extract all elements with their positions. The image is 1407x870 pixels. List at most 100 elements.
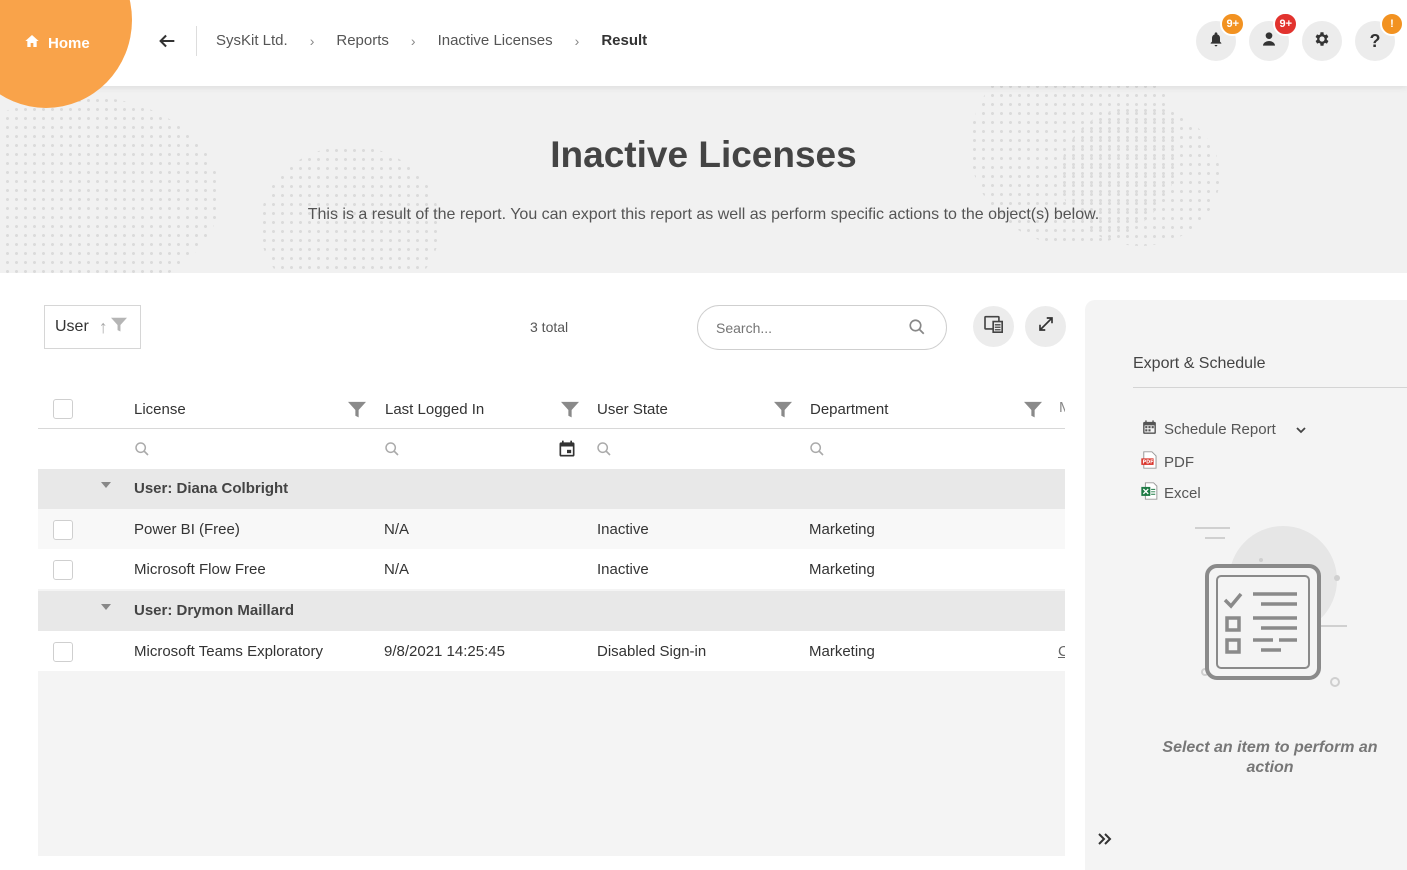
home-icon [24, 33, 40, 53]
group-label: User: Drymon Maillard [134, 602, 295, 619]
page-subtitle: This is a result of the report. You can … [307, 206, 1100, 223]
pdf-label: PDF [1164, 453, 1194, 471]
settings-button[interactable] [1302, 21, 1342, 61]
column-header-truncated: M [1059, 399, 1065, 416]
cell-user-state: Inactive [597, 561, 649, 578]
search-input[interactable] [716, 319, 896, 336]
filter-icon[interactable] [110, 317, 128, 338]
collapse-caret-icon[interactable] [101, 482, 111, 488]
cell-department: Marketing [809, 561, 875, 578]
breadcrumb-result: Result [601, 32, 648, 49]
results-grid: License Last Logged In User State Depart… [38, 388, 1065, 856]
expand-icon [1037, 315, 1055, 338]
page-title: Inactive Licenses [550, 134, 857, 175]
row-checkbox[interactable] [53, 642, 73, 662]
cell-user-state: Disabled Sign-in [597, 643, 707, 660]
pdf-file-icon: PDF [1141, 451, 1158, 473]
grid-filter-row [38, 429, 1065, 469]
gear-icon [1313, 30, 1331, 53]
decorative-dots [0, 96, 220, 273]
export-pdf-button[interactable]: PDF PDF [1141, 451, 1194, 473]
row-checkbox[interactable] [53, 520, 73, 540]
question-icon: ? [1369, 30, 1381, 51]
filter-icon[interactable] [1023, 401, 1043, 424]
cell-last-logged-in: N/A [384, 561, 410, 578]
help-button[interactable]: ? ! [1355, 12, 1404, 61]
table-row[interactable]: Microsoft Flow Free N/A Inactive Marketi… [38, 549, 1065, 589]
schedule-report-label: Schedule Report [1164, 421, 1276, 438]
empty-selection-message: Select an item to perform an action [1162, 739, 1378, 776]
top-actions: 9+ 9+ ? ! [1196, 12, 1404, 61]
breadcrumb-reports[interactable]: Reports [336, 32, 389, 49]
breadcrumb: SysKit Ltd. › Reports › Inactive License… [216, 32, 647, 49]
chevron-right-icon: › [574, 32, 580, 49]
collapse-caret-icon[interactable] [101, 604, 111, 610]
decorative-dots [1060, 106, 1220, 246]
grid-header: License Last Logged In User State Depart… [38, 388, 1065, 429]
cell-last-logged-in: 9/8/2021 14:25:45 [384, 643, 505, 660]
row-checkbox[interactable] [53, 560, 73, 580]
cell-truncated-link[interactable]: C [1058, 643, 1065, 660]
cell-license: Microsoft Flow Free [134, 561, 266, 578]
breadcrumb-syskit[interactable]: SysKit Ltd. [216, 32, 288, 49]
column-header-user-state[interactable]: User State [597, 401, 668, 418]
checklist-illustration-icon [1185, 522, 1355, 697]
fullscreen-button[interactable] [1025, 306, 1066, 347]
panel-title: Export & Schedule [1133, 355, 1266, 372]
columns-icon [983, 315, 1004, 338]
search-icon[interactable] [908, 318, 926, 341]
cell-last-logged-in: N/A [384, 521, 410, 538]
filter-search-icon[interactable] [134, 441, 150, 462]
bell-icon [1208, 31, 1224, 52]
home-label: Home [48, 34, 90, 52]
column-chooser-button[interactable] [973, 306, 1014, 347]
breadcrumb-inactive-licenses[interactable]: Inactive Licenses [438, 32, 553, 49]
excel-file-icon [1141, 482, 1158, 504]
cell-license: Power BI (Free) [134, 521, 240, 538]
calendar-icon [1141, 419, 1158, 440]
total-count: 3 total [530, 319, 569, 335]
sort-arrow-icon[interactable]: ↑ [99, 317, 108, 338]
chevron-right-icon: › [309, 32, 315, 49]
cell-user-state: Inactive [597, 521, 649, 538]
cell-department: Marketing [809, 521, 875, 538]
table-row[interactable]: Power BI (Free) N/A Inactive Marketing [38, 509, 1065, 549]
collapse-panel-icon[interactable] [1097, 830, 1113, 851]
group-label: User: Diana Colbright [134, 480, 289, 497]
user-icon [1261, 31, 1277, 52]
users-button[interactable]: 9+ [1249, 12, 1298, 61]
back-arrow-icon[interactable] [156, 30, 178, 52]
column-header-department[interactable]: Department [810, 401, 888, 418]
column-header-license[interactable]: License [134, 401, 186, 418]
column-header-last-logged-in[interactable]: Last Logged In [385, 401, 484, 418]
table-row[interactable]: Microsoft Teams Exploratory 9/8/2021 14:… [38, 631, 1065, 671]
schedule-report-button[interactable]: Schedule Report [1141, 419, 1306, 440]
chevron-right-icon: › [410, 32, 416, 49]
calendar-icon[interactable] [557, 439, 577, 464]
search-field[interactable] [697, 305, 947, 350]
excel-label: Excel [1164, 484, 1201, 502]
select-all-checkbox[interactable] [53, 399, 73, 419]
group-by-selector[interactable]: User ↑ [44, 305, 141, 349]
svg-text:PDF: PDF [1143, 460, 1154, 466]
export-excel-button[interactable]: Excel [1141, 482, 1201, 504]
divider [196, 26, 197, 56]
cell-department: Marketing [809, 643, 875, 660]
filter-search-icon[interactable] [809, 441, 825, 462]
filter-icon[interactable] [560, 401, 580, 424]
cell-license: Microsoft Teams Exploratory [134, 643, 323, 660]
filter-search-icon[interactable] [384, 441, 400, 462]
group-row[interactable]: User: Diana Colbright [38, 469, 1065, 509]
help-badge: ! [1380, 12, 1404, 36]
filter-search-icon[interactable] [596, 441, 612, 462]
notifications-badge: 9+ [1220, 12, 1245, 36]
hero-banner: Inactive Licenses This is a result of th… [0, 86, 1407, 273]
notifications-button[interactable]: 9+ [1196, 12, 1245, 61]
divider [1133, 387, 1407, 388]
home-button[interactable]: Home [24, 33, 90, 53]
group-row[interactable]: User: Drymon Maillard [38, 591, 1065, 631]
filter-icon[interactable] [347, 401, 367, 424]
group-by-label: User [55, 318, 89, 335]
chevron-down-icon [1296, 421, 1306, 438]
filter-icon[interactable] [773, 401, 793, 424]
